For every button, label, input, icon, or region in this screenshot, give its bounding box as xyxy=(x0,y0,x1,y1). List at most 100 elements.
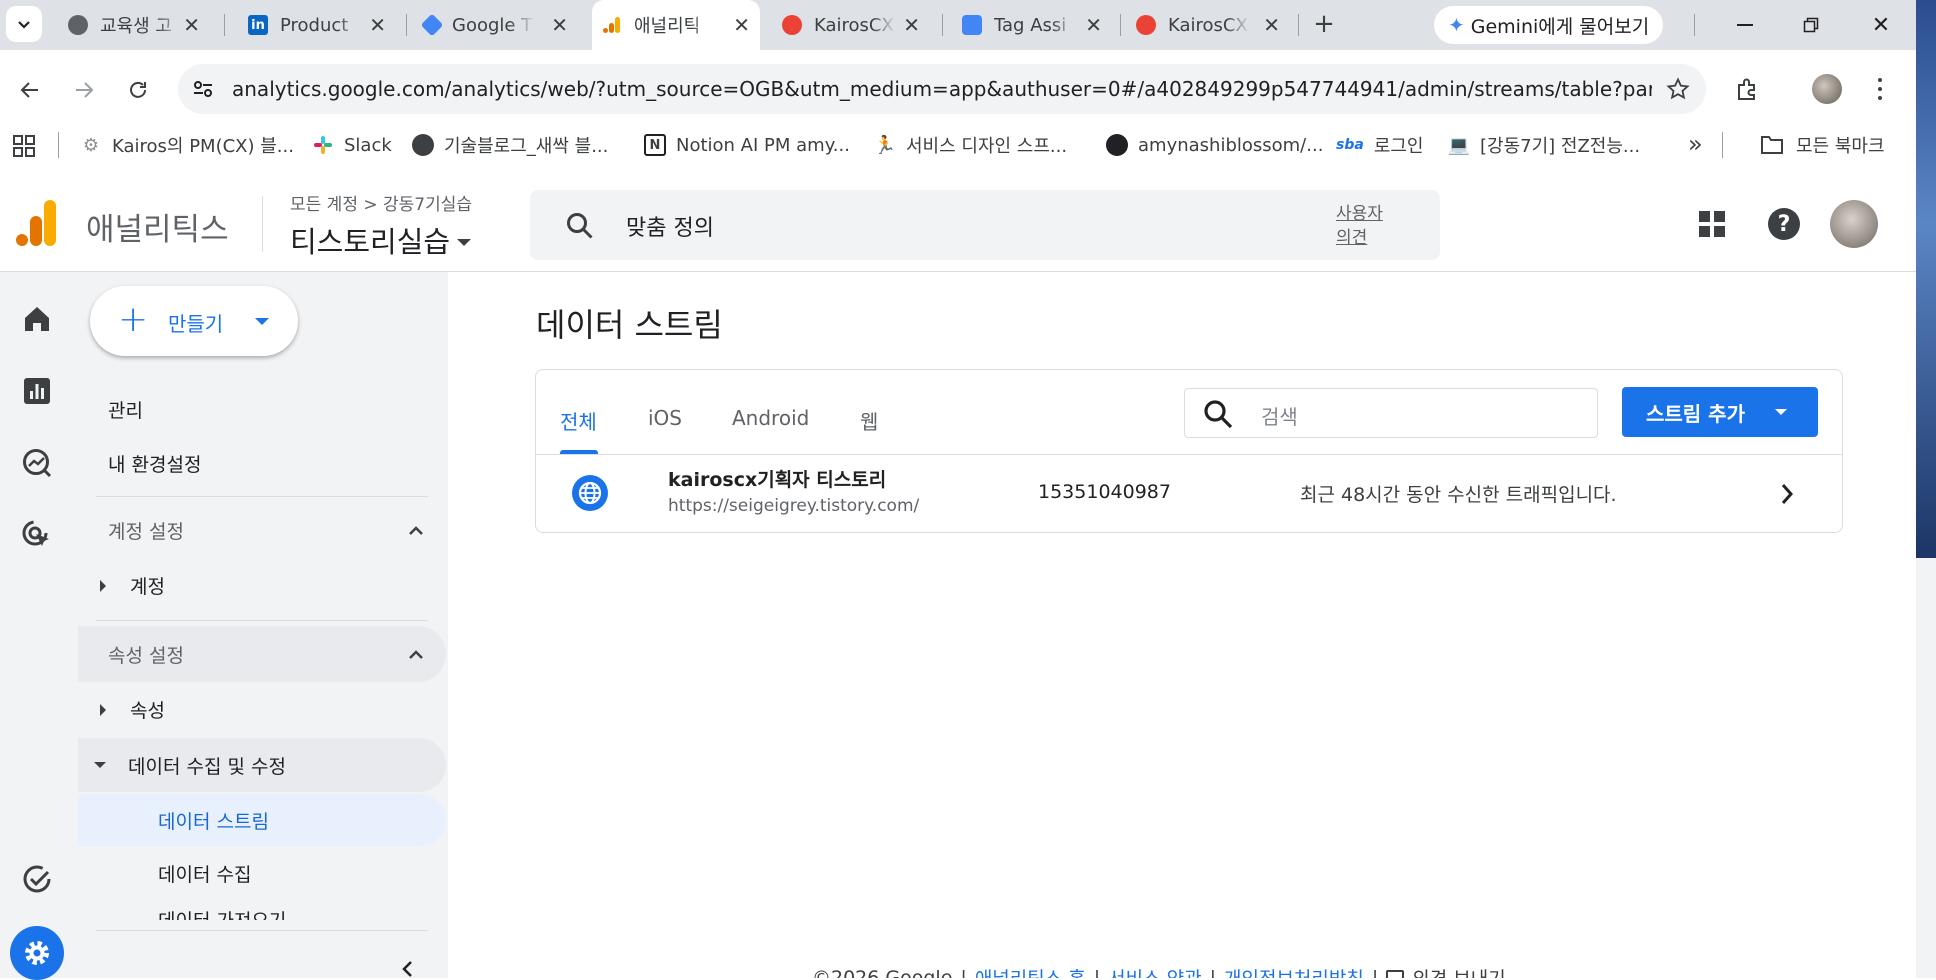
admin-button[interactable] xyxy=(10,926,64,980)
close-tab-icon[interactable]: ✕ xyxy=(369,13,386,37)
desktop-background-sliver xyxy=(1916,558,1936,978)
nav-account[interactable]: 계정 xyxy=(100,572,165,599)
stream-row[interactable]: kairoscx기획자 티스토리 https://seigeigrey.tist… xyxy=(536,455,1842,533)
nav-preferences[interactable]: 내 환경설정 xyxy=(108,450,201,477)
apps-icon[interactable] xyxy=(1698,210,1726,238)
minimize-button[interactable] xyxy=(1730,10,1760,40)
extensions-icon[interactable] xyxy=(1734,76,1760,102)
google-tag-manager-icon xyxy=(420,13,444,37)
bookmark-item[interactable]: amynashiblossom/... xyxy=(1106,130,1323,160)
reload-icon[interactable] xyxy=(126,78,150,102)
forward-arrow-icon[interactable] xyxy=(72,78,96,102)
stream-id: 15351040987 xyxy=(1038,481,1171,503)
dropdown-arrow-icon xyxy=(255,318,269,325)
browser-tab-active[interactable]: 애널리틱 ✕ xyxy=(592,0,760,50)
all-bookmarks[interactable]: 모든 북마크 xyxy=(1760,130,1885,160)
bookmark-star-icon[interactable] xyxy=(1666,77,1690,101)
tag-assistant-icon xyxy=(962,15,982,35)
kairos-icon xyxy=(782,15,802,35)
search-icon xyxy=(1204,400,1233,429)
chevron-up-icon xyxy=(409,650,423,659)
footer-feedback-link[interactable]: 의견 보내기 xyxy=(1412,964,1505,978)
browser-tab[interactable]: Google T ✕ xyxy=(418,0,578,50)
folder-icon xyxy=(1761,136,1783,154)
property-settings-header[interactable]: 속성 설정 xyxy=(78,626,446,682)
bookmark-item[interactable]: N Notion AI PM amy... xyxy=(644,130,850,160)
apps-grid-icon[interactable] xyxy=(12,134,36,158)
ga-search-bar[interactable]: 맞춤 정의 사용자 의견 xyxy=(530,190,1440,260)
stream-status: 최근 48시간 동안 수신한 트래픽입니다. xyxy=(1300,484,1617,506)
notion-icon: N xyxy=(644,134,666,156)
sba-logo: sba xyxy=(1336,137,1364,153)
browser-tab[interactable]: in Product ✕ xyxy=(236,0,396,50)
reports-icon[interactable] xyxy=(22,376,52,406)
site-info-icon[interactable] xyxy=(192,78,214,100)
account-avatar[interactable] xyxy=(1830,200,1878,248)
bookmark-item[interactable]: ⚙ Kairos의 PM(CX) 블... xyxy=(80,130,294,160)
nav-data-streams[interactable]: 데이터 스트림 xyxy=(78,794,446,846)
slack-icon xyxy=(312,134,334,156)
stream-name: kairoscx기획자 티스토리 xyxy=(668,469,887,491)
profile-avatar[interactable] xyxy=(1812,74,1842,104)
more-bookmarks-icon[interactable]: » xyxy=(1688,130,1703,158)
stream-url: https://seigeigrey.tistory.com/ xyxy=(668,496,920,516)
home-icon[interactable] xyxy=(22,304,52,334)
nav-data-collection-modify[interactable]: 데이터 수집 및 수정 xyxy=(78,738,446,792)
restore-button[interactable] xyxy=(1796,10,1826,40)
bookmark-item[interactable]: sba 로그인 xyxy=(1336,130,1424,160)
footer-terms-link[interactable]: 서비스 약관 xyxy=(1108,964,1201,978)
nav-data-import[interactable]: 데이터 가져오기 xyxy=(158,908,286,920)
tab-all[interactable]: 전체 xyxy=(560,406,597,435)
close-tab-icon[interactable]: ✕ xyxy=(733,13,750,37)
add-stream-button[interactable]: 스트림 추가 xyxy=(1622,387,1818,437)
gemini-icon: ✦ xyxy=(1448,13,1465,37)
close-icon: ✕ xyxy=(1871,12,1891,38)
property-name: 티스토리실습 xyxy=(290,225,451,259)
back-arrow-icon[interactable] xyxy=(18,78,42,102)
gemini-button[interactable]: ✦ Gemini에게 물어보기 xyxy=(1434,6,1664,44)
bookmark-item[interactable]: 기술블로그_새싹 블... xyxy=(412,130,608,160)
tab-search-button[interactable] xyxy=(6,6,42,42)
address-bar[interactable]: analytics.google.com/analytics/web/?utm_… xyxy=(178,64,1706,114)
explore-icon[interactable] xyxy=(22,448,52,478)
bookmark-item[interactable]: 💻 [강동7기] 전Z전능... xyxy=(1448,130,1640,160)
close-tab-icon[interactable]: ✕ xyxy=(183,13,200,37)
advertising-icon[interactable] xyxy=(22,520,52,550)
stream-search-field[interactable]: 검색 xyxy=(1184,388,1598,438)
footer-privacy-link[interactable]: 개인정보처리방침 xyxy=(1224,964,1364,978)
browser-tab[interactable]: 교육생 고 ✕ xyxy=(60,0,210,50)
caret-right-icon xyxy=(100,579,106,592)
tab-ios[interactable]: iOS xyxy=(648,406,682,430)
account-settings-header[interactable]: 계정 설정 xyxy=(78,502,448,558)
browser-tab[interactable]: KairosCX ✕ xyxy=(1126,0,1290,50)
create-button[interactable]: + 만들기 xyxy=(90,286,298,356)
bookmark-item[interactable]: Slack xyxy=(312,130,392,160)
check-circle-icon[interactable] xyxy=(22,864,52,894)
nav-data-collection[interactable]: 데이터 수집 xyxy=(158,860,251,887)
nav-admin[interactable]: 관리 xyxy=(108,396,143,423)
property-selector[interactable]: 모든 계정 > 강동7기실습 티스토리실습 xyxy=(290,190,472,261)
close-tab-icon[interactable]: ✕ xyxy=(1085,13,1102,37)
close-tab-icon[interactable]: ✕ xyxy=(903,13,920,37)
close-tab-icon[interactable]: ✕ xyxy=(1263,13,1280,37)
search-placeholder: 검색 xyxy=(1261,405,1298,429)
browser-menu-icon[interactable] xyxy=(1874,76,1886,102)
tab-web[interactable]: 웹 xyxy=(860,406,878,435)
tab-android[interactable]: Android xyxy=(732,406,809,430)
close-tab-icon[interactable]: ✕ xyxy=(551,13,568,37)
kairos-icon xyxy=(1136,15,1156,35)
runner-icon: 🏃 xyxy=(873,134,897,156)
bookmark-item[interactable]: 🏃 서비스 디자인 스프... xyxy=(874,130,1067,160)
footer-home-link[interactable]: 애널리틱스 홈 xyxy=(975,964,1086,978)
collapse-nav-icon[interactable] xyxy=(400,960,414,978)
close-window-button[interactable]: ✕ xyxy=(1866,10,1896,40)
feedback-link[interactable]: 사용자 의견 xyxy=(1336,202,1383,250)
github-icon xyxy=(1106,134,1128,156)
product-name[interactable]: 애널리틱스 xyxy=(86,204,229,249)
new-tab-button[interactable]: + xyxy=(1308,8,1340,40)
help-icon[interactable]: ? xyxy=(1768,208,1800,240)
browser-tab[interactable]: Tag Assi ✕ xyxy=(952,0,1112,50)
url-text[interactable]: analytics.google.com/analytics/web/?utm_… xyxy=(232,77,1652,101)
nav-property[interactable]: 속성 xyxy=(100,696,165,723)
browser-tab[interactable]: KairosCX ✕ xyxy=(770,0,930,50)
